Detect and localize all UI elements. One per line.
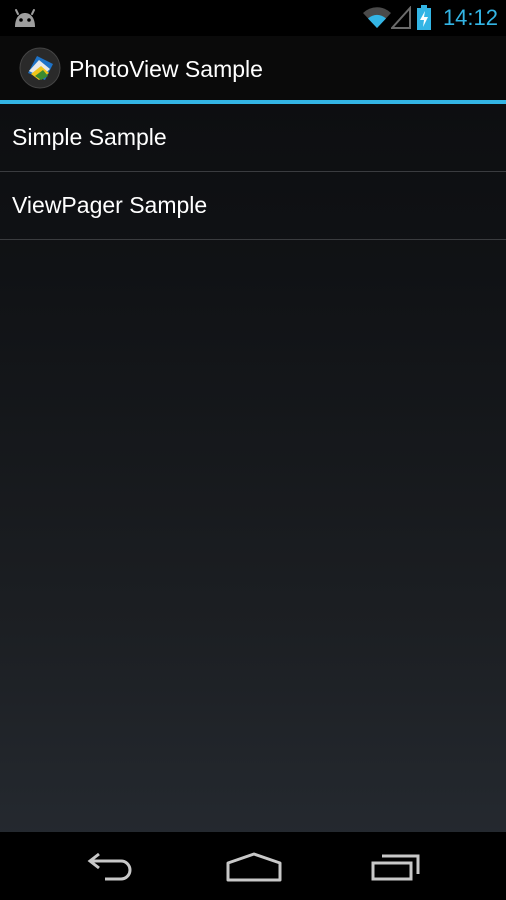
recent-apps-icon xyxy=(371,854,420,881)
list-item-label: Simple Sample xyxy=(12,124,167,150)
action-bar: PhotoView Sample xyxy=(0,36,506,104)
signal-icon xyxy=(391,6,411,29)
wifi-icon xyxy=(363,7,391,29)
battery-charging-icon xyxy=(417,5,431,30)
navigation-bar xyxy=(0,832,506,900)
status-clock: 14:12 xyxy=(442,5,498,30)
screen: 14:12 PhotoView Sample Simple Sample Vie… xyxy=(0,0,506,900)
photoview-app-icon[interactable] xyxy=(19,47,61,89)
list-item-label: ViewPager Sample xyxy=(12,192,208,218)
sample-list: Simple Sample ViewPager Sample xyxy=(0,104,506,240)
home-icon xyxy=(226,852,282,882)
home-button[interactable] xyxy=(208,846,298,886)
back-icon xyxy=(87,852,132,881)
android-notification-icon xyxy=(15,9,35,27)
status-bar: 14:12 xyxy=(0,0,506,36)
app-title: PhotoView Sample xyxy=(69,56,263,82)
back-button[interactable] xyxy=(67,846,157,886)
list-item-viewpager-sample[interactable]: ViewPager Sample xyxy=(0,172,506,240)
list-item-simple-sample[interactable]: Simple Sample xyxy=(0,104,506,172)
recent-apps-button[interactable] xyxy=(352,846,442,886)
